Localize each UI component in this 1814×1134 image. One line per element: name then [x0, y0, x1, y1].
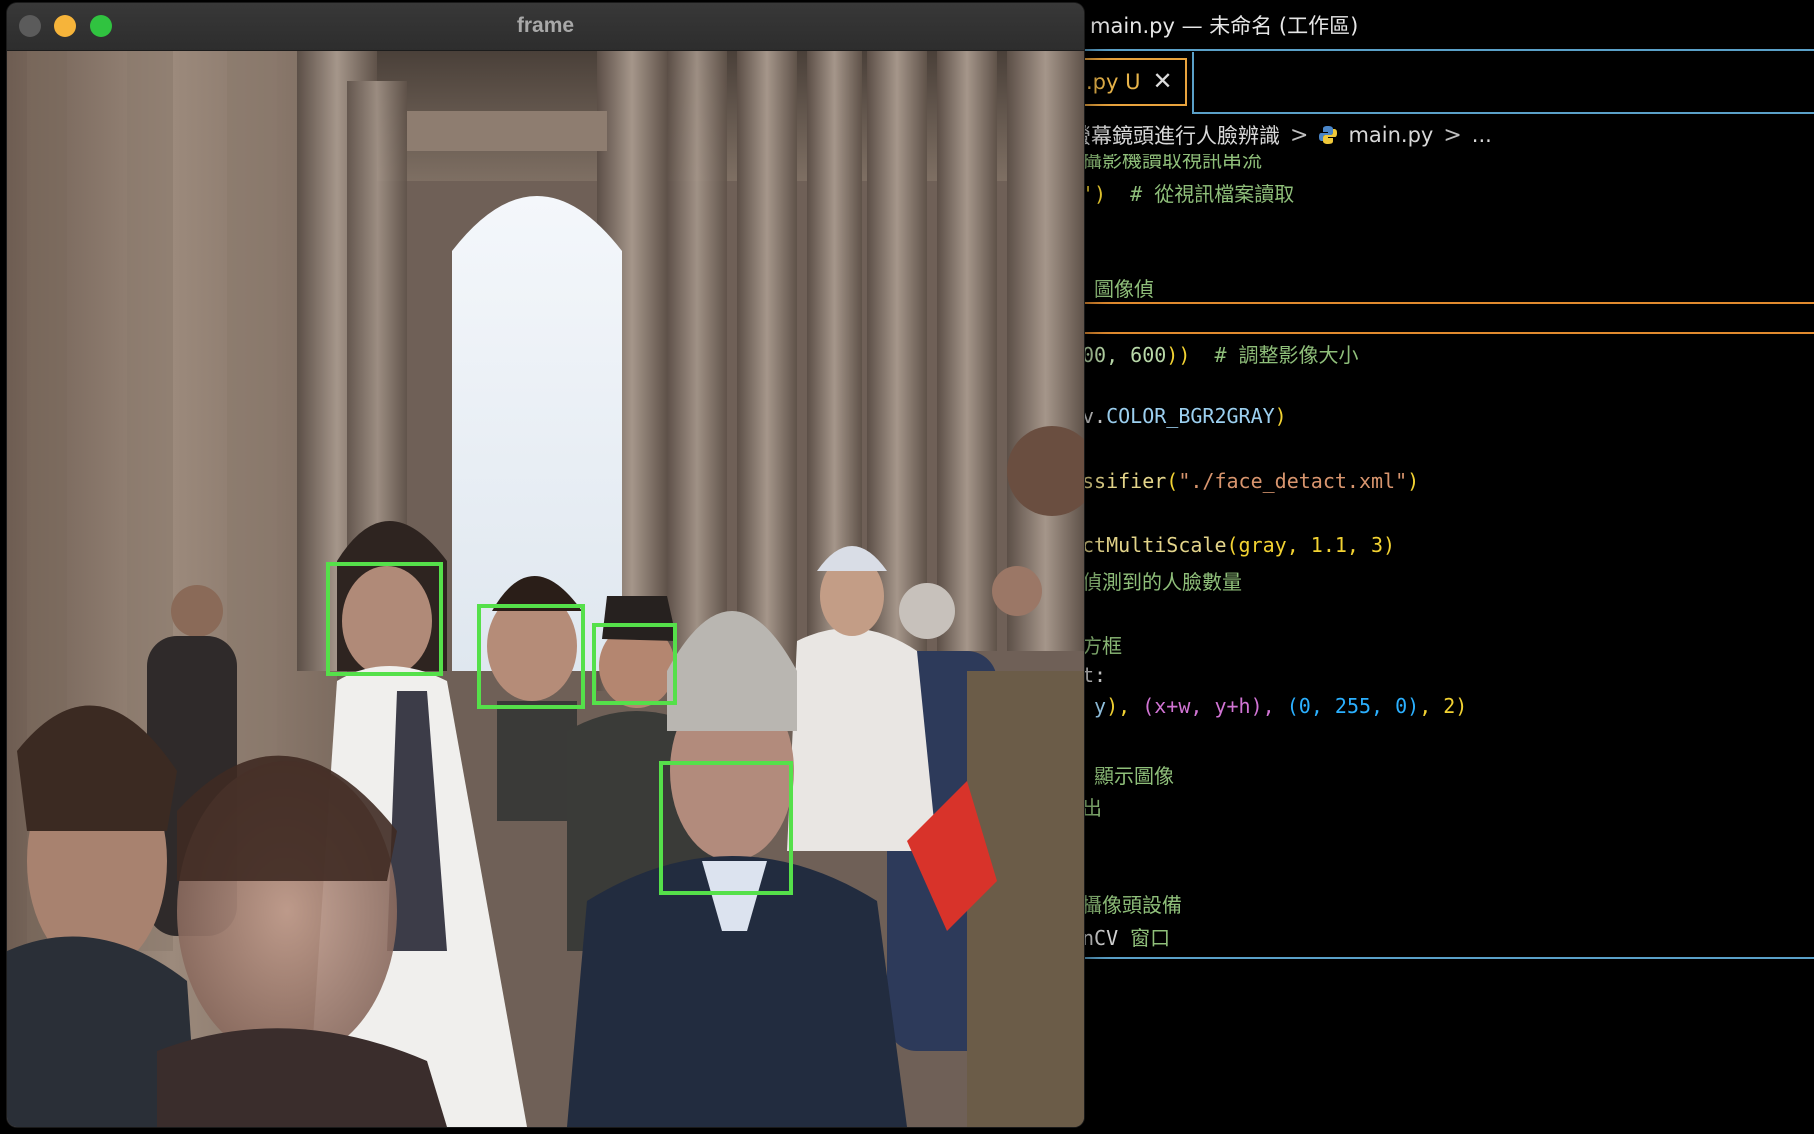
window-title: frame [516, 14, 575, 37]
breadcrumb-divider [1192, 112, 1814, 114]
tab-bar-divider [1080, 49, 1814, 51]
current-line-highlight-bottom [1080, 332, 1814, 334]
code-line: y), (x+w, y+h), (0, 255, 0), 2) [1082, 694, 1468, 718]
code-line: nCV 窗口 [1082, 926, 1171, 950]
code-line: t: [1082, 663, 1107, 687]
current-line-highlight-top [1080, 302, 1814, 304]
tab-main-py[interactable]: .py U ✕ [1070, 58, 1187, 106]
chevron-right-icon: > [1443, 122, 1462, 148]
window-titlebar[interactable]: frame [7, 3, 1084, 51]
python-icon [1319, 126, 1338, 144]
code-area-divider [1080, 957, 1814, 959]
chevron-right-icon: > [1290, 122, 1309, 148]
code-line: ') # 從視訊檔案讀取 [1082, 182, 1295, 206]
close-icon[interactable]: ✕ [1152, 70, 1172, 94]
code-line: 出 [1082, 796, 1102, 820]
code-line: 方框 [1082, 634, 1122, 658]
code-line: 00, 600)) # 調整影像大小 [1082, 343, 1359, 367]
code-line: 攝像頭設備 [1082, 893, 1182, 917]
breadcrumb-more[interactable]: ... [1472, 123, 1492, 147]
breadcrumb-file[interactable]: main.py [1348, 123, 1433, 147]
code-line: 顯示圖像 [1082, 764, 1175, 788]
editor-window-title: main.py — 未命名 (工作區) [1090, 14, 1359, 38]
tab-label: .py U [1086, 70, 1141, 94]
tab-divider [1192, 52, 1194, 112]
breadcrumb-folder[interactable]: 螢幕鏡頭進行人臉辨識 [1070, 120, 1280, 150]
frame-window[interactable]: frame [7, 3, 1084, 1127]
breadcrumb: 螢幕鏡頭進行人臉辨識 > main.py > ... [1070, 120, 1492, 150]
code-line: 圖像偵 [1082, 277, 1155, 301]
code-line: 偵測到的人臉數量 [1082, 570, 1242, 594]
code-line: ctMultiScale(gray, 1.1, 3) [1082, 533, 1396, 557]
code-line: ssifier("./face_detact.xml") [1082, 469, 1420, 493]
video-frame [7, 51, 1084, 1127]
code-line: v.COLOR_BGR2GRAY) [1082, 404, 1287, 428]
